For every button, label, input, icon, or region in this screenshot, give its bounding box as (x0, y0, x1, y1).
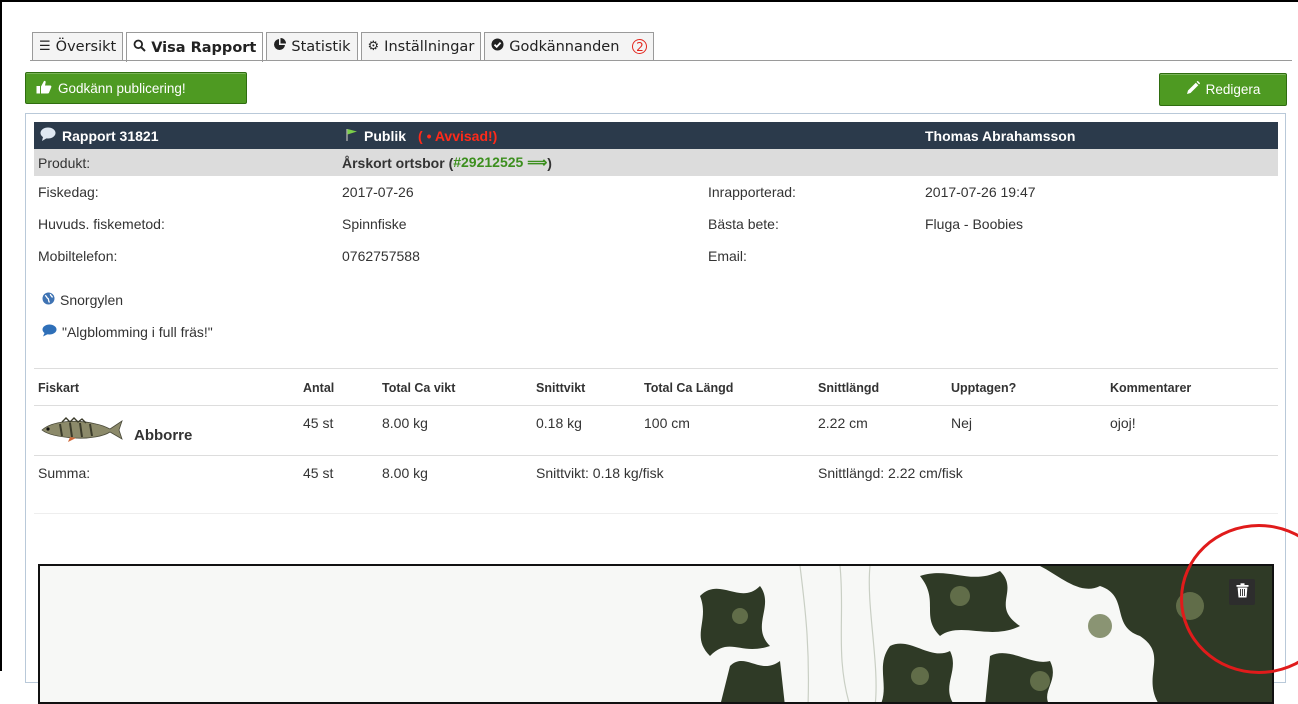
edit-button[interactable]: Redigera (1159, 73, 1287, 106)
approve-publish-label: Godkänn publicering! (58, 80, 186, 96)
location-row: Snorgylen (42, 284, 123, 316)
product-link[interactable]: #29212525 ⟹ (453, 154, 547, 171)
col-upptagen: Upptagen? (951, 380, 1017, 395)
report-header: Rapport 31821 Publik ( • Avvisad!) Thoma… (34, 122, 1278, 149)
inrapporterad-label: Inrapporterad: (708, 184, 796, 200)
perch-fish-icon (40, 416, 124, 446)
tab-divider (30, 60, 1292, 61)
info-row-mobil: Mobiltelefon: 0762757588 Email: (34, 240, 1278, 272)
tab-label: Inställningar (384, 38, 475, 55)
catch-photo (38, 564, 1274, 704)
metod-label: Huvuds. fiskemetod: (38, 216, 165, 232)
upptagen-cell: Nej (951, 415, 973, 431)
bete-value: Fluga - Boobies (925, 216, 1024, 232)
col-total-langd: Total Ca Längd (644, 380, 734, 395)
col-antal: Antal (303, 380, 335, 395)
comment-text: "Algblomming i full fräs!" (62, 324, 213, 340)
info-row-metod: Huvuds. fiskemetod: Spinnfiske Bästa bet… (34, 208, 1278, 240)
species-cell: Abborre (40, 414, 192, 448)
tab-label: Statistik (291, 38, 351, 55)
sum-label: Summa: (38, 465, 91, 481)
tab-bar: ☰ Översikt Visa Rapport Statistik ⚙ Inst… (32, 32, 655, 62)
report-card: Rapport 31821 Publik ( • Avvisad!) Thoma… (25, 113, 1286, 704)
tab-label: Godkännanden (509, 38, 620, 55)
fiskedag-value: 2017-07-26 (342, 184, 414, 200)
delete-photo-button[interactable] (1229, 579, 1255, 605)
check-circle-icon (491, 38, 504, 55)
sum-total-vikt: 8.00 kg (382, 465, 428, 481)
total-vikt-cell: 8.00 kg (382, 415, 428, 431)
mobil-label: Mobiltelefon: (38, 248, 118, 264)
tree-foliage-photo (40, 566, 1272, 702)
product-row: Produkt: Årskort ortsbor ( #29212525 ⟹ ) (34, 149, 1278, 176)
sum-antal: 45 st (303, 465, 334, 481)
edit-label: Redigera (1205, 82, 1261, 97)
col-snittlangd: Snittlängd (818, 380, 880, 395)
globe-icon (42, 292, 55, 308)
table-row: Abborre 45 st 8.00 kg 0.18 kg 100 cm 2.2… (34, 406, 1278, 456)
pie-chart-icon (273, 38, 287, 55)
product-label: Produkt: (38, 154, 91, 171)
inrapporterad-value: 2017-07-26 19:47 (925, 184, 1036, 200)
visibility-label: Publik (364, 127, 407, 144)
kommentar-cell: ojoj! (1110, 415, 1136, 431)
table-header-row: Fiskart Antal Total Ca vikt Snittvikt To… (34, 368, 1278, 406)
approve-publish-button[interactable]: Godkänn publicering! (25, 72, 247, 104)
bete-label: Bästa bete: (708, 216, 779, 232)
notification-badge: 2 (632, 39, 648, 54)
col-snittvikt: Snittvikt (536, 380, 586, 395)
species-name: Abborre (134, 426, 193, 444)
product-name: Årskort ortsbor ( (342, 154, 454, 171)
sum-snittlangd: Snittlängd: 2.22 cm/fisk (818, 465, 963, 481)
col-kommentarer: Kommentarer (1110, 380, 1192, 395)
snittlangd-cell: 2.22 cm (818, 415, 868, 431)
cogs-icon: ⚙ (367, 39, 380, 54)
mobil-value: 0762757588 (342, 248, 420, 264)
tab-label: Översikt (55, 38, 117, 55)
report-title: Rapport 31821 (62, 127, 159, 144)
fiskedag-label: Fiskedag: (38, 184, 99, 200)
thumbs-up-icon (36, 80, 52, 97)
report-author: Thomas Abrahamsson (925, 127, 1076, 144)
flag-icon (346, 128, 358, 144)
report-title-cell: Rapport 31821 (40, 122, 158, 149)
tab-godkannanden[interactable]: Godkännanden 2 (484, 32, 655, 60)
tab-label: Visa Rapport (151, 39, 257, 56)
tab-statistik[interactable]: Statistik (266, 32, 358, 60)
pencil-icon (1186, 80, 1200, 98)
snittvikt-cell: 0.18 kg (536, 415, 582, 431)
product-close: ) (547, 154, 552, 171)
comment-bubble-icon (42, 324, 57, 340)
info-row-fiskedag: Fiskedag: 2017-07-26 Inrapporterad: 2017… (34, 176, 1278, 208)
status-badge: ( • Avvisad!) (418, 127, 498, 144)
list-icon: ☰ (39, 39, 51, 54)
metod-value: Spinnfiske (342, 216, 407, 232)
col-total-vikt: Total Ca vikt (382, 380, 456, 395)
comment-row: "Algblomming i full fräs!" (42, 316, 213, 348)
sum-row: Summa: 45 st 8.00 kg Snittvikt: 0.18 kg/… (34, 456, 1278, 514)
report-visibility-cell: Publik ( • Avvisad!) (346, 122, 497, 149)
tab-visa-rapport[interactable]: Visa Rapport (126, 32, 264, 62)
product-value: Årskort ortsbor ( #29212525 ⟹ ) (342, 149, 552, 176)
tab-oversikt[interactable]: ☰ Översikt (32, 32, 124, 60)
location-name: Snorgylen (60, 292, 124, 308)
col-fiskart: Fiskart (38, 380, 79, 395)
trash-icon (1236, 583, 1249, 601)
antal-cell: 45 st (303, 415, 334, 431)
email-label: Email: (708, 248, 747, 264)
speech-bubble-icon (40, 127, 56, 144)
tab-installningar[interactable]: ⚙ Inställningar (360, 32, 482, 60)
total-langd-cell: 100 cm (644, 415, 690, 431)
search-icon (133, 39, 146, 56)
sum-snittvikt: Snittvikt: 0.18 kg/fisk (536, 465, 664, 481)
